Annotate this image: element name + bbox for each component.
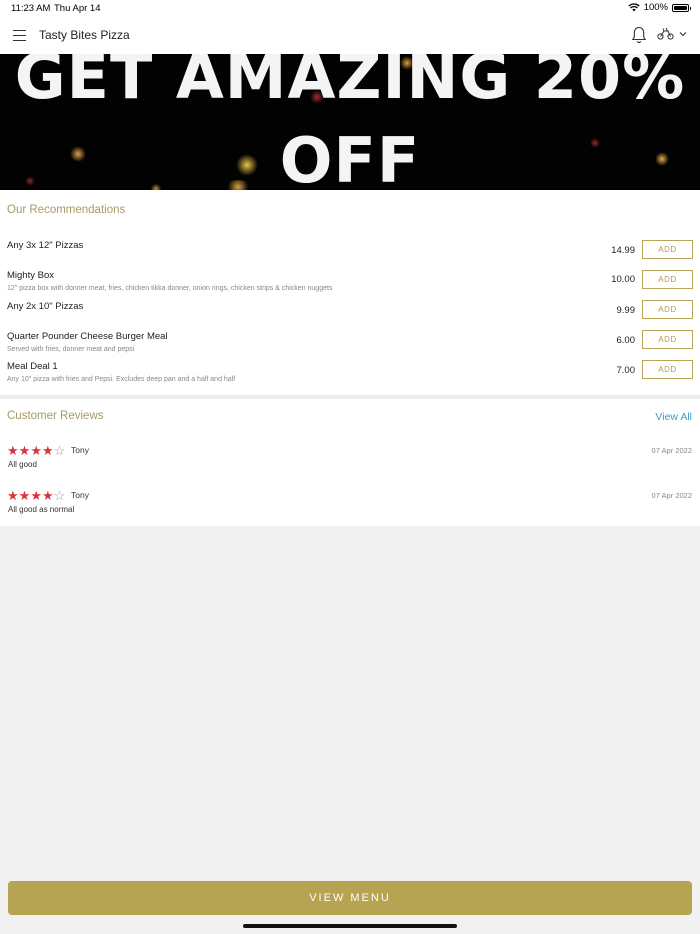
item-price: 7.00	[616, 365, 636, 376]
status-time: 11:23 AM	[11, 3, 51, 14]
wifi-icon	[628, 3, 640, 12]
view-all-link[interactable]: View All	[655, 411, 692, 423]
promo-banner[interactable]: GET AMAZING 20% OFF	[0, 54, 700, 190]
item-description: Served with fries, donner meat and pepsi	[7, 346, 135, 353]
review-item: ★ ★ ★ ★ ☆ Tony 07 Apr 2022 All good as n…	[0, 489, 700, 524]
battery-percent: 100%	[643, 2, 668, 13]
item-price: 10.00	[611, 274, 635, 285]
star-icon: ★	[7, 488, 19, 503]
star-outline-icon: ☆	[53, 443, 66, 458]
status-bar: 11:23 AM Thu Apr 14 100%	[0, 0, 700, 17]
reviewer-name: Tony	[71, 490, 89, 500]
reviews-title: Customer Reviews	[7, 410, 104, 422]
recommendation-item: Any 2x 10" Pizzas 9.99	[0, 301, 700, 331]
add-button[interactable]: ADD	[642, 270, 693, 289]
item-price: 9.99	[616, 305, 636, 316]
item-price: 6.00	[616, 335, 636, 346]
home-indicator	[243, 924, 457, 928]
item-name: Any 3x 12" Pizzas	[7, 240, 84, 251]
item-name: Quarter Pounder Cheese Burger Meal	[7, 331, 168, 342]
star-rating: ★ ★ ★ ★ ☆	[7, 444, 65, 457]
menu-icon[interactable]	[13, 30, 26, 41]
restaurant-title: Tasty Bites Pizza	[39, 28, 130, 42]
item-name: Meal Deal 1	[7, 361, 58, 372]
star-rating: ★ ★ ★ ★ ☆	[7, 489, 65, 502]
recommendations-section: Our Recommendations Any 3x 12" Pizzas 14…	[0, 190, 700, 395]
star-icon: ★	[30, 488, 42, 503]
item-name: Any 2x 10" Pizzas	[7, 301, 84, 312]
star-icon: ★	[41, 443, 54, 458]
recommendation-item: Any 3x 12" Pizzas 14.99	[0, 240, 700, 270]
recommendation-item: Mighty Box 12" pizza box with donner mea…	[0, 270, 700, 300]
item-description: 12" pizza box with donner meat, fries, c…	[7, 285, 333, 292]
review-date: 07 Apr 2022	[651, 446, 692, 455]
delivery-selector[interactable]	[657, 27, 687, 40]
star-icon: ★	[7, 443, 19, 458]
scooter-icon	[657, 27, 674, 40]
status-date: Thu Apr 14	[54, 3, 101, 14]
add-button[interactable]: ADD	[642, 300, 693, 319]
status-right: 100%	[628, 2, 691, 13]
add-button[interactable]: ADD	[642, 330, 693, 349]
add-button[interactable]: ADD	[642, 240, 693, 259]
review-text: All good	[8, 460, 37, 469]
banner-subline: OFF	[279, 124, 421, 190]
star-outline-icon: ☆	[53, 488, 66, 503]
item-price: 14.99	[611, 245, 635, 256]
bell-icon[interactable]	[631, 26, 647, 44]
chevron-down-icon	[679, 31, 687, 36]
recommendations-title: Our Recommendations	[7, 204, 126, 216]
battery-icon	[672, 3, 691, 12]
star-icon: ★	[41, 488, 54, 503]
reviews-section: Customer Reviews View All ★ ★ ★ ★ ☆ Tony…	[0, 399, 700, 526]
banner-headline: GET AMAZING 20%	[14, 54, 686, 113]
review-item: ★ ★ ★ ★ ☆ Tony 07 Apr 2022 All good	[0, 444, 700, 479]
star-icon: ★	[30, 443, 42, 458]
recommendation-item: Quarter Pounder Cheese Burger Meal Serve…	[0, 331, 700, 361]
recommendation-item: Meal Deal 1 Any 10" pizza with fries and…	[0, 361, 700, 391]
star-icon: ★	[18, 488, 31, 503]
review-text: All good as normal	[8, 505, 75, 514]
app-header: Tasty Bites Pizza	[0, 17, 700, 54]
add-button[interactable]: ADD	[642, 360, 693, 379]
star-icon: ★	[18, 443, 31, 458]
item-description: Any 10" pizza with fries and Pepsi. Excl…	[7, 376, 236, 383]
review-date: 07 Apr 2022	[651, 491, 692, 500]
reviewer-name: Tony	[71, 445, 89, 455]
item-name: Mighty Box	[7, 270, 54, 281]
view-menu-button[interactable]: VIEW MENU	[8, 881, 692, 915]
